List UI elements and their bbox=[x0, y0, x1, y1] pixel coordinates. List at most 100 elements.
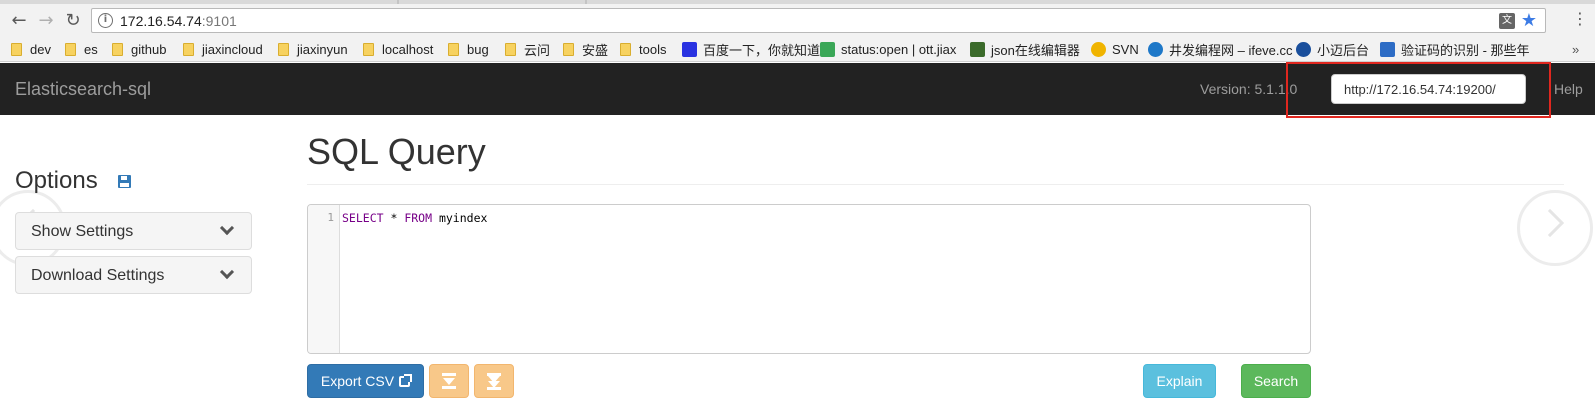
sun-icon bbox=[1091, 41, 1106, 57]
folder-icon bbox=[11, 42, 22, 56]
sql-editor[interactable]: 1 SELECT * FROM myindex bbox=[307, 204, 1311, 354]
save-icon[interactable] bbox=[118, 175, 131, 188]
tab-strip bbox=[0, 0, 1595, 4]
browser-menu-icon[interactable]: ⋮ bbox=[1572, 10, 1588, 28]
bookmark-label: bug bbox=[467, 41, 489, 57]
browser-toolbar: ← → ↻ i 172.16.54.74:9101 文 ★ ⋮ bbox=[0, 0, 1595, 36]
bookmark-svn[interactable]: SVN bbox=[1091, 40, 1139, 58]
bookmark-es[interactable]: es bbox=[65, 40, 98, 58]
page-title: SQL Query bbox=[307, 131, 486, 172]
line-number: 1 bbox=[327, 211, 334, 224]
bookmark-ansheng[interactable]: 安盛 bbox=[563, 40, 608, 58]
url-host: 172.16.54.74 bbox=[120, 13, 202, 29]
folder-icon bbox=[620, 42, 631, 56]
folder-icon bbox=[65, 42, 76, 56]
show-settings-toggle[interactable]: Show Settings bbox=[15, 212, 252, 250]
bookmarks-bar: dev es github jiaxincloud jiaxinyun loca… bbox=[0, 36, 1595, 62]
forward-arrow-icon[interactable]: → bbox=[35, 10, 57, 32]
download-all-button[interactable] bbox=[474, 364, 514, 398]
bookmark-label: tools bbox=[639, 41, 667, 57]
bookmark-github[interactable]: github bbox=[112, 40, 166, 58]
accordion-label: Show Settings bbox=[31, 223, 134, 240]
bookmark-label: 井发编程网 – ifeve.cc bbox=[1169, 42, 1293, 58]
bookmark-xiaomai[interactable]: 小迈后台 bbox=[1296, 40, 1369, 58]
chevron-right-icon bbox=[1535, 208, 1565, 238]
bookmark-star-icon[interactable]: ★ bbox=[1521, 10, 1537, 31]
search-button[interactable]: Search bbox=[1241, 364, 1311, 398]
info-icon[interactable]: i bbox=[98, 13, 113, 28]
bookmark-label: status:open | ott.jiax bbox=[841, 41, 957, 57]
bookmark-bug[interactable]: bug bbox=[448, 40, 489, 58]
bookmark-jiaxinyun[interactable]: jiaxinyun bbox=[278, 40, 348, 58]
bookmark-label: 小迈后台 bbox=[1317, 42, 1370, 58]
help-link[interactable]: Help bbox=[1554, 81, 1583, 97]
bookmark-captcha[interactable]: 验证码的识别 - 那些年 bbox=[1380, 40, 1530, 58]
captcha-icon bbox=[1380, 41, 1395, 57]
folder-icon bbox=[183, 42, 194, 56]
bookmark-label: jiaxincloud bbox=[202, 41, 263, 57]
bookmark-dev[interactable]: dev bbox=[11, 40, 51, 58]
explain-button[interactable]: Explain bbox=[1143, 364, 1216, 398]
bookmark-label: 安盛 bbox=[582, 42, 609, 58]
folder-icon bbox=[363, 42, 374, 56]
bookmark-localhost[interactable]: localhost bbox=[363, 40, 433, 58]
bookmark-label: es bbox=[84, 41, 98, 57]
bookmark-label: json在线编辑器 bbox=[991, 42, 1080, 58]
bookmark-label: 百度一下，你就知道 bbox=[703, 42, 821, 58]
bookmark-label: 云问 bbox=[524, 42, 551, 58]
bookmark-tools[interactable]: tools bbox=[620, 40, 666, 58]
bookmark-label: localhost bbox=[382, 41, 434, 57]
tab-divider bbox=[585, 0, 587, 4]
version-label: Version: 5.1.1.0 bbox=[1200, 81, 1298, 97]
folder-icon bbox=[448, 42, 459, 56]
title-divider bbox=[307, 184, 1564, 185]
tab-divider bbox=[397, 0, 399, 4]
brand-title[interactable]: Elasticsearch-sql bbox=[15, 79, 151, 100]
bookmark-ifeve[interactable]: 井发编程网 – ifeve.cc bbox=[1148, 40, 1293, 58]
folder-icon bbox=[505, 42, 516, 56]
bookmark-jiaxincloud[interactable]: jiaxincloud bbox=[183, 40, 263, 58]
keyword-select: SELECT bbox=[342, 211, 384, 225]
address-bar[interactable]: i 172.16.54.74:9101 文 ★ bbox=[91, 8, 1546, 33]
json-e-icon bbox=[970, 41, 985, 57]
accordion-label: Download Settings bbox=[31, 267, 165, 284]
export-csv-button[interactable]: Export CSV bbox=[307, 364, 424, 398]
more-bookmarks-button[interactable]: » bbox=[1572, 40, 1579, 58]
options-title: Options bbox=[15, 167, 98, 194]
download-icon bbox=[442, 373, 456, 389]
line-gutter: 1 bbox=[308, 205, 340, 353]
bookmark-status[interactable]: status:open | ott.jiax bbox=[820, 40, 956, 58]
baidu-paw-icon bbox=[682, 41, 697, 57]
chevron-down-icon bbox=[219, 264, 235, 280]
folder-icon bbox=[112, 42, 123, 56]
address-url[interactable]: 172.16.54.74:9101 bbox=[120, 13, 237, 29]
folder-icon bbox=[278, 42, 289, 56]
bookmark-label: SVN bbox=[1112, 41, 1139, 57]
next-arrow-button[interactable] bbox=[1517, 190, 1593, 266]
folder-icon bbox=[563, 42, 574, 56]
translate-icon[interactable]: 文 bbox=[1499, 13, 1515, 29]
code-star: * bbox=[383, 211, 405, 225]
bookmark-label: 验证码的识别 - 那些年 bbox=[1401, 42, 1530, 58]
chevron-down-icon bbox=[219, 220, 235, 236]
globe-icon bbox=[1148, 41, 1163, 57]
code-line[interactable]: SELECT * FROM myindex bbox=[342, 211, 487, 225]
bookmark-label: dev bbox=[30, 41, 51, 57]
export-csv-label: Export CSV bbox=[320, 373, 395, 389]
url-port: :9101 bbox=[201, 13, 237, 29]
keyword-from: FROM bbox=[404, 211, 433, 225]
download-button[interactable] bbox=[429, 364, 469, 398]
code-table: myindex bbox=[432, 211, 488, 225]
bookmark-baidu[interactable]: 百度一下，你就知道 bbox=[682, 40, 820, 58]
external-link-icon bbox=[399, 373, 413, 387]
chevron-right-double-icon: » bbox=[1572, 41, 1580, 57]
download-settings-toggle[interactable]: Download Settings bbox=[15, 256, 252, 294]
reload-icon[interactable]: ↻ bbox=[62, 10, 84, 32]
back-arrow-icon[interactable]: ← bbox=[8, 10, 30, 32]
bookmark-yunwen[interactable]: 云问 bbox=[505, 40, 550, 58]
steering-icon bbox=[1296, 41, 1311, 57]
annotation-highlight-box bbox=[1286, 62, 1551, 118]
bookmark-json-editor[interactable]: json在线编辑器 bbox=[970, 40, 1080, 58]
download-all-icon bbox=[487, 373, 501, 390]
bookmark-label: github bbox=[131, 41, 167, 57]
